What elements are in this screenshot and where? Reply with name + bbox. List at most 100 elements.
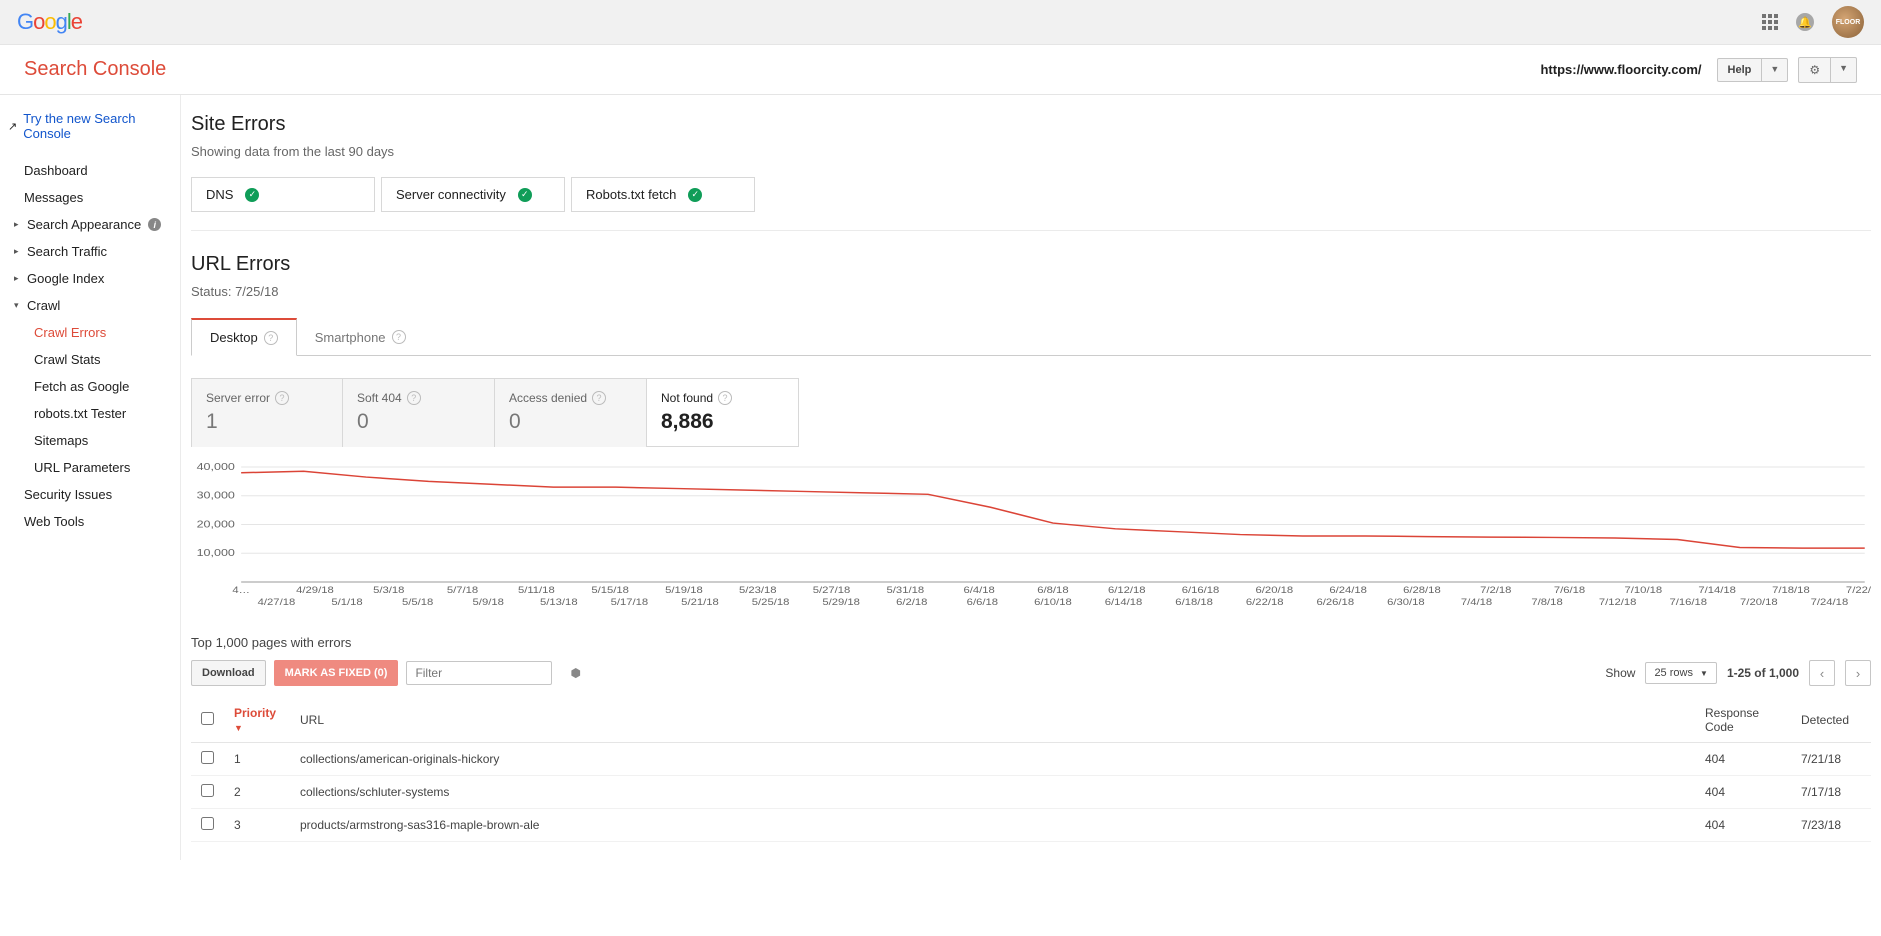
x-tick-label: 5/21/18	[681, 598, 719, 608]
sidebar-item-crawl[interactable]: ▾Crawl	[0, 292, 180, 319]
col-header-priority[interactable]: Priority ▼	[224, 698, 290, 743]
try-new-search-console-link[interactable]: ↗ Try the new Search Console	[0, 111, 180, 157]
filter-input[interactable]	[415, 666, 570, 680]
cell-response: 404	[1695, 809, 1791, 842]
chevron-down-icon: ▼	[1762, 59, 1787, 81]
cell-url: collections/schluter-systems	[290, 776, 1695, 809]
sidebar-item-messages[interactable]: Messages	[0, 184, 180, 211]
sidebar-item-search-appearance[interactable]: ▸Search Appearancei	[0, 211, 180, 238]
sidebar-item-web-tools[interactable]: Web Tools	[0, 508, 180, 535]
sidebar-item-crawl-stats[interactable]: Crawl Stats	[0, 346, 180, 373]
x-tick-label: 5/25/18	[752, 598, 790, 608]
x-tick-label: 5/19/18	[665, 586, 703, 596]
prev-page-button[interactable]: ‹	[1809, 660, 1835, 686]
sidebar-item-google-index[interactable]: ▸ Google Index	[0, 265, 180, 292]
x-tick-label: 6/12/18	[1108, 586, 1146, 596]
sidebar-item-search-traffic[interactable]: ▸Search Traffic	[0, 238, 180, 265]
sidebar-item-dashboard[interactable]: Dashboard	[0, 157, 180, 184]
x-tick-label: 5/13/18	[540, 598, 578, 608]
x-tick-label: 5/15/18	[591, 586, 629, 596]
table-row[interactable]: 3products/armstrong-sas316-maple-brown-a…	[191, 809, 1871, 842]
sidebar-item-url-parameters[interactable]: URL Parameters	[0, 454, 180, 481]
help-icon: ?	[718, 391, 732, 405]
x-tick-label: 7/22/18	[1846, 586, 1871, 596]
metric-server-error[interactable]: Server error ?1	[191, 378, 343, 447]
cell-detected: 7/23/18	[1791, 809, 1871, 842]
sidebar: ↗ Try the new Search Console Dashboard Me…	[0, 95, 180, 860]
chart-line	[241, 471, 1865, 548]
sidebar-item-label: Dashboard	[24, 163, 88, 178]
x-tick-label: 4/27/18	[258, 598, 296, 608]
x-tick-label: 7/10/18	[1625, 586, 1663, 596]
sidebar-item-label: Web Tools	[24, 514, 84, 529]
x-tick-label: 6/18/18	[1175, 598, 1213, 608]
try-new-label: Try the new Search Console	[23, 111, 172, 141]
x-tick-label: 7/12/18	[1599, 598, 1637, 608]
apps-icon[interactable]	[1762, 14, 1778, 30]
x-tick-label: 5/1/18	[331, 598, 363, 608]
col-header-url[interactable]: URL	[290, 698, 1695, 743]
status-card-label: DNS	[206, 187, 233, 202]
x-tick-label: 6/24/18	[1329, 586, 1367, 596]
metric-access-denied[interactable]: Access denied ?0	[495, 378, 647, 447]
rows-per-page-select[interactable]: 25 rows ▼	[1645, 662, 1717, 684]
sidebar-item-label: Crawl Errors	[34, 325, 106, 340]
x-tick-label: 6/28/18	[1403, 586, 1441, 596]
sidebar-item-sitemaps[interactable]: Sitemaps	[0, 427, 180, 454]
table-row[interactable]: 1collections/american-originals-hickory4…	[191, 743, 1871, 776]
metric-not-found[interactable]: Not found ?8,886	[647, 378, 799, 447]
y-tick-label: 10,000	[197, 548, 235, 559]
x-tick-label: 6/22/18	[1246, 598, 1284, 608]
metric-label: Not found ?	[661, 391, 784, 405]
check-icon: ✓	[688, 188, 702, 202]
sidebar-item-robots-txt-tester[interactable]: robots.txt Tester	[0, 400, 180, 427]
tab-smartphone[interactable]: Smartphone?	[297, 318, 424, 356]
caret-right-icon: ▸	[14, 273, 22, 284]
x-tick-label: 7/8/18	[1531, 598, 1563, 608]
x-tick-label: 4…	[232, 586, 250, 596]
cell-response: 404	[1695, 743, 1791, 776]
status-card-server-connectivity[interactable]: Server connectivity✓	[381, 177, 565, 212]
x-tick-label: 5/17/18	[611, 598, 649, 608]
x-tick-label: 6/4/18	[963, 586, 995, 596]
row-checkbox[interactable]	[201, 784, 214, 797]
divider	[191, 230, 1871, 231]
tab-desktop[interactable]: Desktop?	[191, 318, 297, 356]
avatar[interactable]: FLOOR	[1832, 6, 1864, 38]
mark-fixed-button[interactable]: MARK AS FIXED (0)	[274, 660, 399, 686]
sidebar-item-label: robots.txt Tester	[34, 406, 126, 421]
sidebar-item-fetch-as-google[interactable]: Fetch as Google	[0, 373, 180, 400]
cell-url: products/armstrong-sas316-maple-brown-al…	[290, 809, 1695, 842]
status-card-label: Robots.txt fetch	[586, 187, 676, 202]
external-link-icon: ↗	[8, 120, 17, 133]
page-range: 1-25 of 1,000	[1727, 666, 1799, 680]
tab-label: Smartphone	[315, 330, 386, 345]
status-card-robots-txt-fetch[interactable]: Robots.txt fetch ✓	[571, 177, 755, 212]
cell-detected: 7/21/18	[1791, 743, 1871, 776]
google-logo[interactable]: Google	[17, 9, 82, 35]
download-button[interactable]: Download	[191, 660, 266, 686]
col-header-detected[interactable]: Detected	[1791, 698, 1871, 743]
row-checkbox[interactable]	[201, 817, 214, 830]
notifications-icon[interactable]: 🔔	[1796, 13, 1814, 31]
metric-value: 0	[357, 410, 480, 434]
sidebar-item-crawl-errors[interactable]: Crawl Errors	[0, 319, 180, 346]
metric-soft-404[interactable]: Soft 404 ?0	[343, 378, 495, 447]
help-button[interactable]: Help ▼	[1717, 58, 1789, 82]
sidebar-item-label: URL Parameters	[34, 460, 130, 475]
col-header-response[interactable]: Response Code	[1695, 698, 1791, 743]
x-tick-label: 6/10/18	[1034, 598, 1072, 608]
table-row[interactable]: 2collections/schluter-systems4047/17/18	[191, 776, 1871, 809]
metric-label: Server error ?	[206, 391, 328, 405]
filter-input-wrap[interactable]: ⬢	[406, 661, 552, 685]
select-all-checkbox[interactable]	[201, 712, 214, 725]
x-tick-label: 7/4/18	[1461, 598, 1493, 608]
status-card-dns[interactable]: DNS✓	[191, 177, 375, 212]
next-page-button[interactable]: ›	[1845, 660, 1871, 686]
settings-button[interactable]: ⚙ ▼	[1798, 57, 1857, 83]
x-tick-label: 7/14/18	[1698, 586, 1736, 596]
sidebar-item-label: Google Index	[27, 271, 104, 286]
sidebar-item-security-issues[interactable]: Security Issues	[0, 481, 180, 508]
row-checkbox[interactable]	[201, 751, 214, 764]
property-selector[interactable]: https://www.floorcity.com/	[1540, 62, 1716, 77]
